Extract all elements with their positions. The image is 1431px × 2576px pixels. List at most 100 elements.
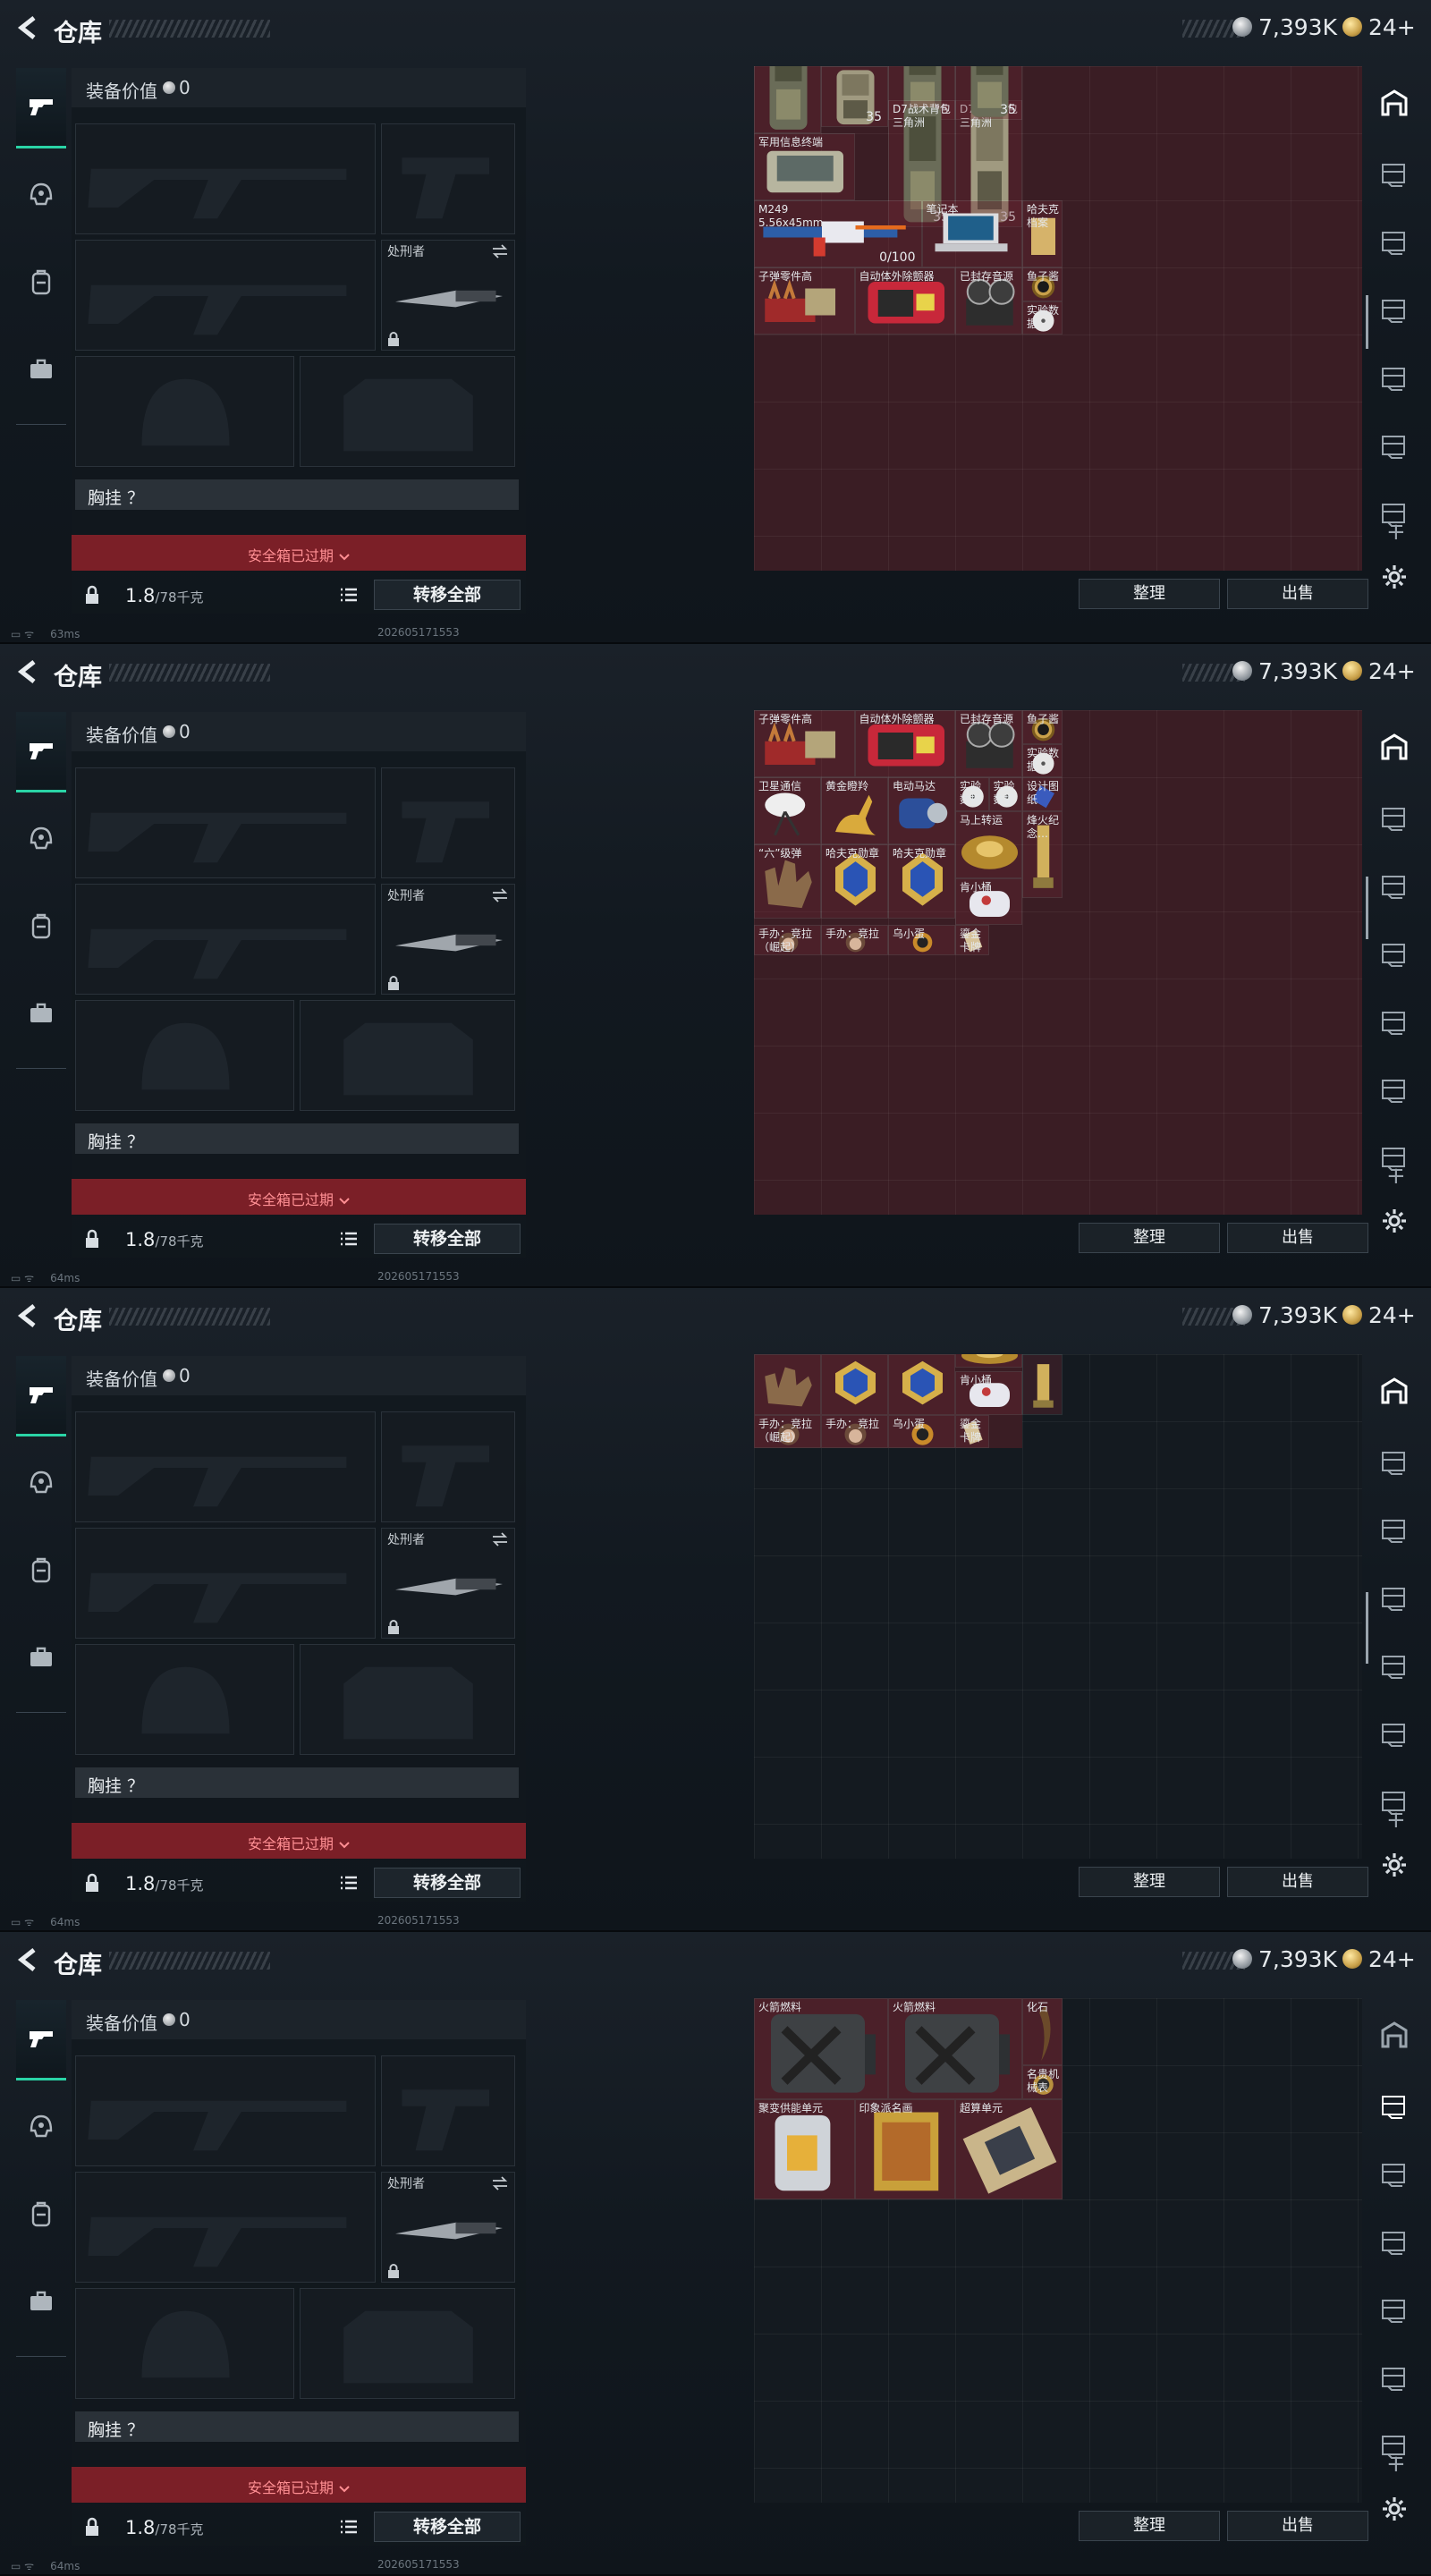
stash-item[interactable] — [754, 66, 821, 133]
stash-item[interactable]: 超算单元 — [955, 2098, 1063, 2199]
storage-tab-icon-3[interactable] — [1379, 2227, 1410, 2258]
nav-tab-backpack[interactable] — [16, 2175, 66, 2256]
stash-item[interactable]: 黄金瞪羚 — [821, 777, 888, 844]
stash-item[interactable]: 肯小桶 — [955, 877, 1022, 925]
sell-button[interactable]: 出售 — [1227, 1867, 1368, 1897]
list-icon[interactable] — [340, 2519, 358, 2535]
sidearm-slot[interactable] — [381, 2055, 515, 2166]
storage-tab-icon-2[interactable] — [1379, 1515, 1410, 1546]
helmet-slot[interactable] — [75, 1644, 294, 1755]
silver-currency[interactable]: 7,393K — [1258, 14, 1337, 40]
stash-item[interactable]: 鱼子酱 — [1022, 710, 1063, 744]
stash-item[interactable]: 手办：竞拉 — [821, 925, 888, 955]
list-icon[interactable] — [340, 1875, 358, 1891]
storage-tab-icon-4[interactable] — [1379, 2295, 1410, 2326]
helmet-slot[interactable] — [75, 2288, 294, 2399]
stash-item[interactable]: 鎏金卡牌 — [955, 925, 989, 955]
armor-slot[interactable] — [300, 1000, 515, 1111]
swap-icon[interactable] — [491, 1532, 509, 1546]
gold-currency[interactable]: 24+ — [1368, 1946, 1416, 1972]
chest-rig-slot[interactable]: 胸挂 ？ — [75, 1123, 519, 1154]
primary-weapon-slot[interactable] — [75, 123, 376, 234]
nav-tab-backpack[interactable] — [16, 1531, 66, 1612]
helmet-slot[interactable] — [75, 1000, 294, 1111]
stash-item[interactable]: 乌小蛋 — [888, 1414, 955, 1448]
storage-tab-icon-4[interactable] — [1379, 1651, 1410, 1682]
safebox-expired-banner[interactable]: 安全箱已过期 — [72, 1823, 526, 1859]
swap-icon[interactable] — [491, 888, 509, 902]
stash-item[interactable]: 已封存音源 — [955, 267, 1022, 335]
stash-grid[interactable]: 火箭燃料 火箭燃料 化石 名贵机械表 聚变供能单元 印象派名画 超算单元 — [754, 1998, 1362, 2503]
stash-item[interactable]: M249 5.56x45mm 0/100 — [754, 200, 922, 267]
stash-item[interactable]: 乌小蛋 — [888, 925, 955, 955]
gold-currency[interactable]: 24+ — [1368, 1302, 1416, 1328]
vault-tab-icon[interactable] — [1379, 2020, 1410, 2050]
stash-scrollbar[interactable] — [1366, 877, 1368, 939]
armor-slot[interactable] — [300, 356, 515, 467]
sort-button[interactable]: 整理 — [1079, 579, 1220, 609]
nav-tab-helmet[interactable] — [16, 156, 66, 236]
settings-gear-icon[interactable] — [1381, 1852, 1408, 1878]
storage-tab-icon-2[interactable] — [1379, 2159, 1410, 2190]
nav-tab-briefcase[interactable] — [16, 331, 66, 411]
storage-tab-icon-4[interactable] — [1379, 1007, 1410, 1038]
stash-item[interactable]: 肯小桶 — [955, 1370, 1022, 1415]
settings-gear-icon[interactable] — [1381, 1208, 1408, 1234]
stash-item[interactable]: 实验数据 — [1022, 743, 1063, 777]
nav-tab-pistol[interactable] — [16, 2000, 66, 2080]
chest-rig-slot[interactable]: 胸挂 ？ — [75, 2411, 519, 2442]
melee-slot[interactable]: 处刑者 — [381, 2172, 515, 2283]
stash-item[interactable]: 35 — [955, 66, 1022, 120]
add-tab-icon[interactable]: + — [1386, 1163, 1406, 1190]
storage-tab-icon-5[interactable] — [1379, 431, 1410, 462]
stash-item[interactable]: 鎏金卡牌 — [955, 1414, 989, 1448]
stash-item[interactable]: 设计图纸 — [1022, 777, 1063, 811]
stash-item[interactable]: 聚变供能单元 — [754, 2098, 855, 2199]
stash-item[interactable]: 马上转运 — [955, 810, 1022, 878]
melee-slot[interactable]: 处刑者 — [381, 1528, 515, 1639]
stash-item[interactable]: 鱼子酱 — [1022, 267, 1063, 301]
transfer-all-button[interactable]: 转移全部 — [374, 580, 521, 610]
sell-button[interactable]: 出售 — [1227, 2511, 1368, 2541]
storage-tab-icon-3[interactable] — [1379, 939, 1410, 970]
storage-tab-icon-2[interactable] — [1379, 871, 1410, 902]
add-tab-icon[interactable]: + — [1386, 519, 1406, 546]
secondary-weapon-slot[interactable] — [75, 1528, 376, 1639]
storage-tab-icon-2[interactable] — [1379, 227, 1410, 258]
storage-tab-icon-1[interactable] — [1379, 159, 1410, 190]
silver-currency[interactable]: 7,393K — [1258, 658, 1337, 684]
melee-slot[interactable]: 处刑者 — [381, 884, 515, 995]
stash-item[interactable] — [754, 1354, 821, 1415]
nav-tab-backpack[interactable] — [16, 243, 66, 324]
storage-tab-icon-1[interactable] — [1379, 1447, 1410, 1478]
sort-button[interactable]: 整理 — [1079, 2511, 1220, 2541]
back-icon[interactable] — [13, 657, 43, 687]
stash-item[interactable] — [1022, 1354, 1063, 1415]
gold-currency[interactable]: 24+ — [1368, 14, 1416, 40]
chest-rig-slot[interactable]: 胸挂 ？ — [75, 1767, 519, 1798]
add-tab-icon[interactable]: + — [1386, 2451, 1406, 2478]
primary-weapon-slot[interactable] — [75, 2055, 376, 2166]
storage-tab-icon-5[interactable] — [1379, 1719, 1410, 1750]
stash-item[interactable] — [821, 1354, 888, 1415]
stash-item[interactable]: 名贵机械表 — [1022, 2065, 1063, 2099]
secondary-weapon-slot[interactable] — [75, 2172, 376, 2283]
stash-item[interactable]: 烽火纪念… — [1022, 810, 1063, 898]
stash-item[interactable]: 实验数据 — [955, 777, 989, 811]
stash-item[interactable]: 实验数据 — [988, 777, 1022, 811]
nav-tab-backpack[interactable] — [16, 887, 66, 968]
stash-item[interactable]: 子弹零件高 — [754, 710, 855, 777]
stash-item[interactable]: 火箭燃料 — [754, 1998, 888, 2099]
transfer-all-button[interactable]: 转移全部 — [374, 1224, 521, 1254]
storage-tab-icon-4[interactable] — [1379, 363, 1410, 394]
secondary-weapon-slot[interactable] — [75, 884, 376, 995]
stash-scrollbar[interactable] — [1366, 1592, 1368, 1664]
sidearm-slot[interactable] — [381, 1411, 515, 1522]
stash-item[interactable]: 哈夫克档案 — [1022, 200, 1063, 267]
back-icon[interactable] — [13, 13, 43, 43]
list-icon[interactable] — [340, 1231, 358, 1247]
sell-button[interactable]: 出售 — [1227, 1223, 1368, 1253]
sidearm-slot[interactable] — [381, 767, 515, 878]
settings-gear-icon[interactable] — [1381, 2496, 1408, 2522]
nav-tab-pistol[interactable] — [16, 1356, 66, 1436]
